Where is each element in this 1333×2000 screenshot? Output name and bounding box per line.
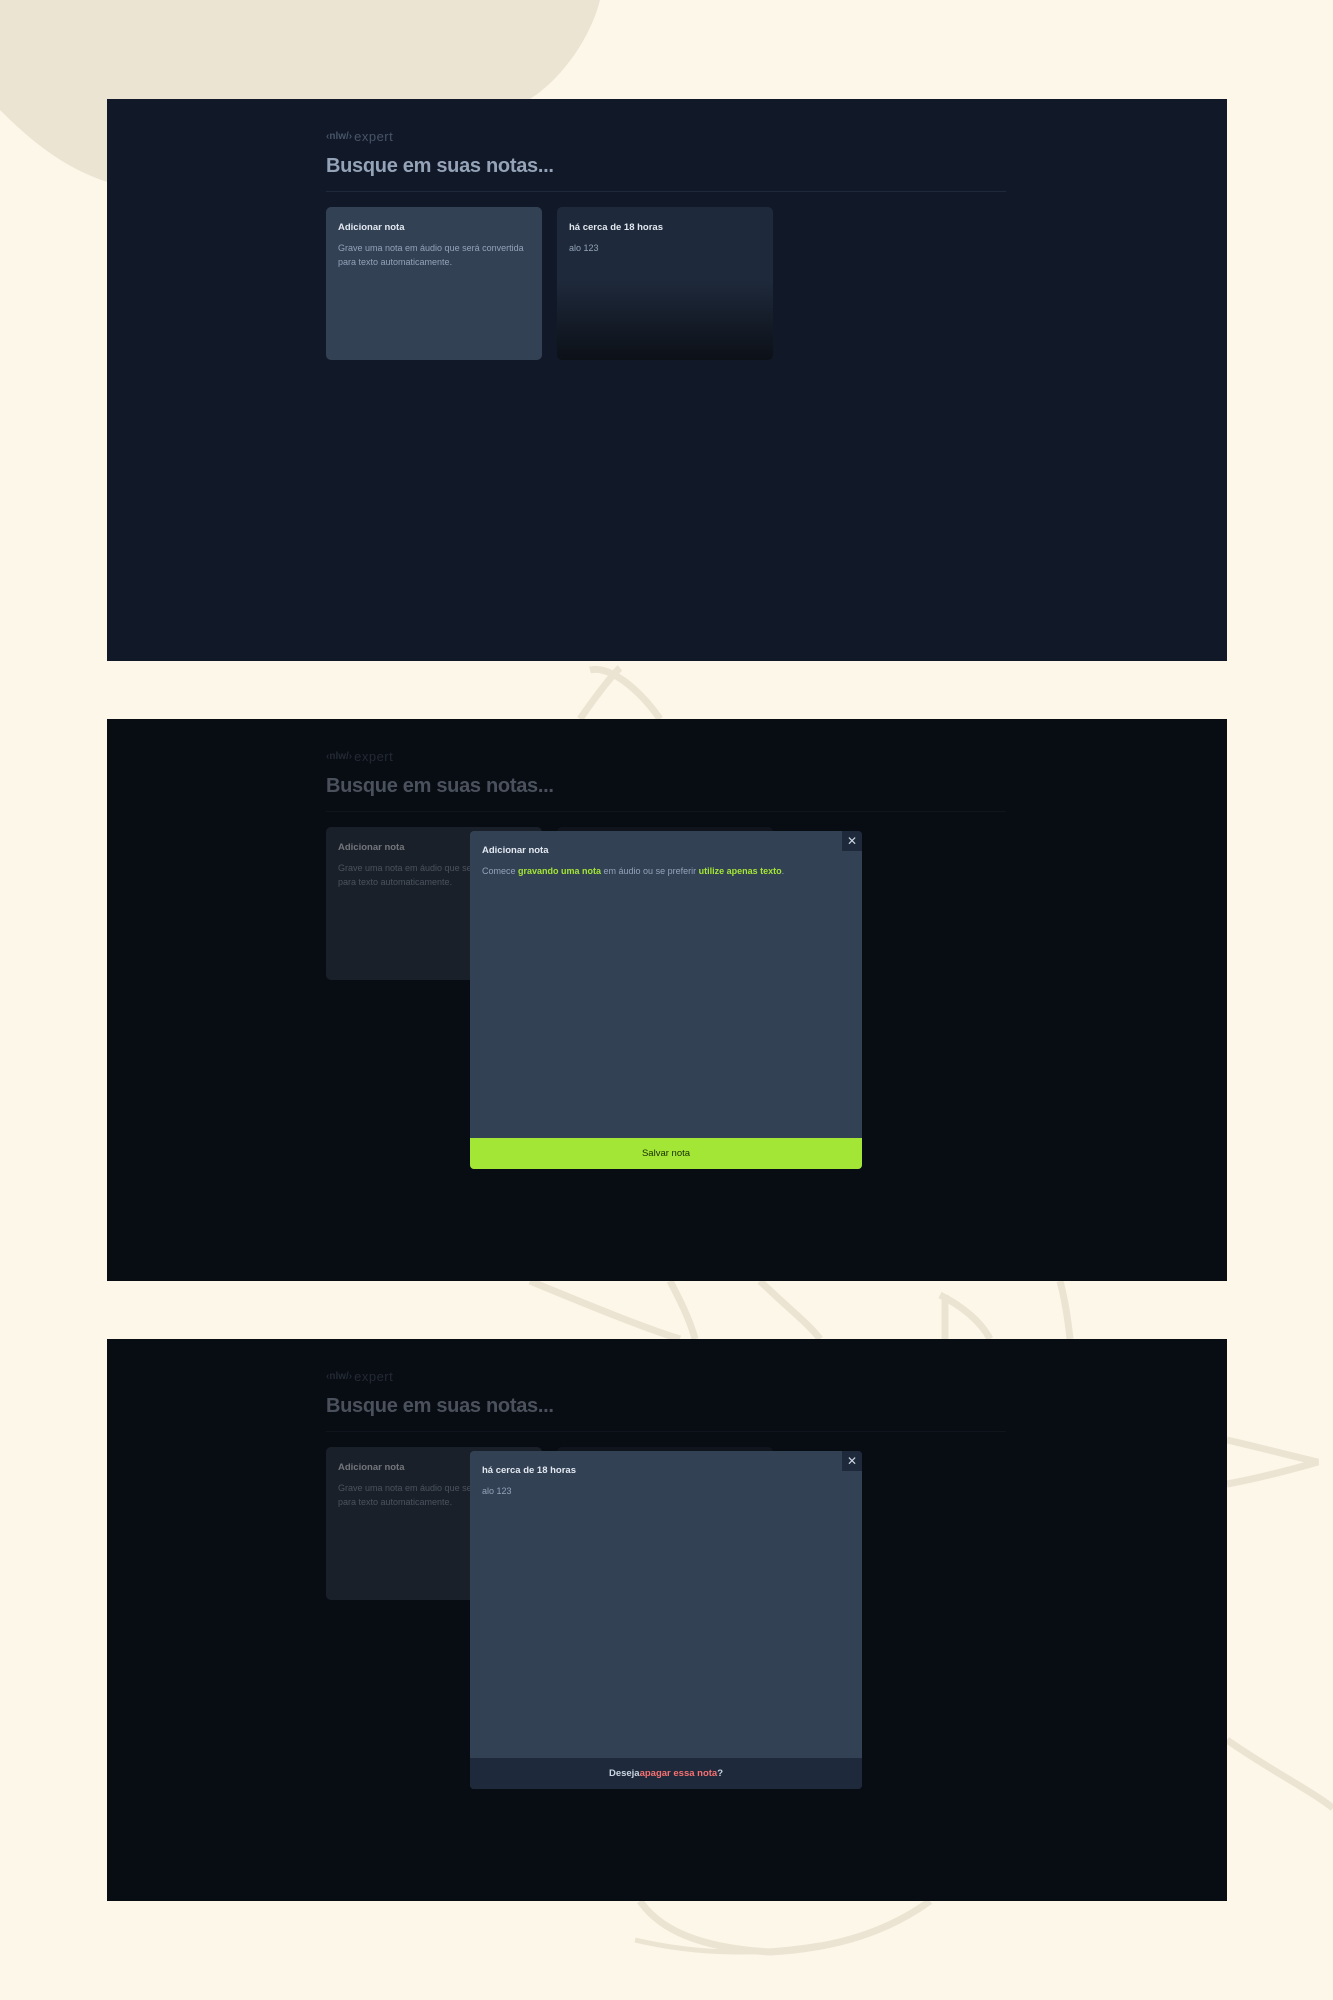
add-note-title: Adicionar nota xyxy=(338,222,405,233)
modal-body: há cerca de 18 horas alo 123 xyxy=(470,1451,862,1511)
app-logo: ‹nlw/› expert xyxy=(326,127,1006,145)
screen-new-note-modal: ‹nlw/› expert Adicionar nota Grave uma n… xyxy=(107,719,1227,1281)
instructions-prefix: Comece xyxy=(482,866,519,876)
main-content: ‹nlw/› expert Adicionar nota Grave uma n… xyxy=(326,127,1006,360)
modal-body[interactable]: Adicionar nota Comece gravando uma nota … xyxy=(470,831,862,891)
search-input[interactable] xyxy=(326,151,1006,181)
close-button[interactable]: ✕ xyxy=(842,1451,862,1471)
add-note-description: Grave uma nota em áudio que será convert… xyxy=(338,243,524,267)
close-button[interactable]: ✕ xyxy=(842,831,862,851)
logo-tag: ‹nlw/› xyxy=(326,130,353,142)
screen-home: ‹nlw/› expert Adicionar nota Grave uma n… xyxy=(107,99,1227,661)
note-content: alo 123 xyxy=(482,1486,512,1496)
record-audio-link[interactable]: gravando uma nota xyxy=(518,866,601,876)
x-icon: ✕ xyxy=(846,1454,858,1468)
note-card-date: há cerca de 18 horas xyxy=(569,222,663,233)
modal-instructions: Comece gravando uma nota em áudio ou se … xyxy=(482,864,850,878)
logo-text: expert xyxy=(354,128,394,144)
note-detail-modal: ✕ há cerca de 18 horas alo 123 Deseja ap… xyxy=(470,1451,862,1789)
delete-note-link[interactable]: apagar essa nota xyxy=(640,1768,718,1779)
screen-note-detail-modal: ‹nlw/› expert Adicionar nota Grave uma n… xyxy=(107,1339,1227,1901)
save-note-button[interactable]: Salvar nota xyxy=(470,1138,862,1169)
new-note-modal: ✕ Adicionar nota Comece gravando uma not… xyxy=(470,831,862,1169)
note-card[interactable]: há cerca de 18 horas alo 123 xyxy=(557,207,773,360)
note-card-fade xyxy=(557,280,773,360)
note-card-content: alo 123 xyxy=(569,243,599,253)
delete-suffix: ? xyxy=(717,1768,724,1779)
use-text-link[interactable]: utilize apenas texto xyxy=(699,866,782,876)
notes-grid: Adicionar nota Grave uma nota em áudio q… xyxy=(326,207,1006,360)
delete-note-bar[interactable]: Deseja apagar essa nota? xyxy=(470,1758,862,1789)
x-icon: ✕ xyxy=(846,834,858,848)
delete-prefix: Deseja xyxy=(608,1768,640,1779)
modal-title: Adicionar nota xyxy=(482,845,549,856)
add-note-card[interactable]: Adicionar nota Grave uma nota em áudio q… xyxy=(326,207,542,360)
divider xyxy=(326,191,1006,192)
instructions-suffix: . xyxy=(781,866,785,876)
instructions-middle: em áudio ou se preferir xyxy=(601,866,699,876)
note-date: há cerca de 18 horas xyxy=(482,1465,576,1476)
